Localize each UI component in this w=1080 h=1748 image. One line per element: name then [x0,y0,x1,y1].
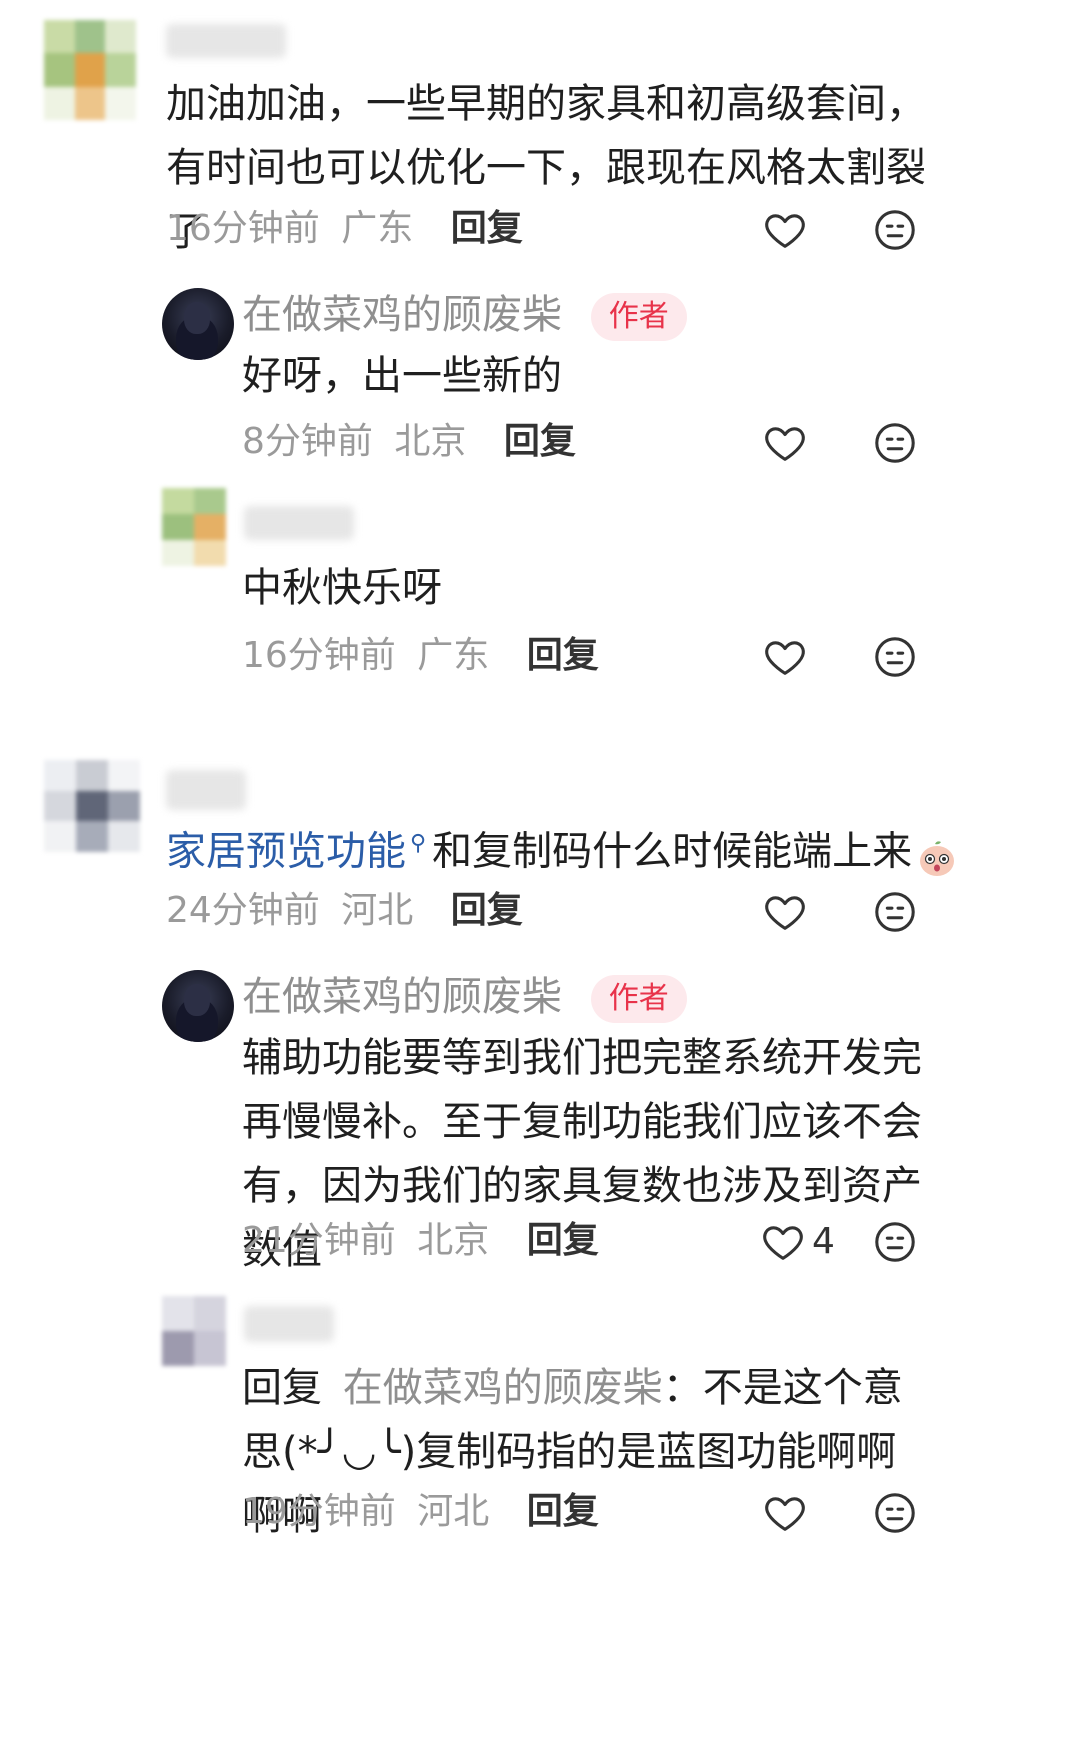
reply-author-name[interactable]: 在做菜鸡的顾废柴 [242,292,562,338]
dislike-button[interactable] [872,1490,918,1536]
comment-location: 河北 [341,890,414,931]
reply-prefix: 回复 [242,1365,322,1411]
avatar[interactable] [162,1296,226,1366]
reply-meta: 16分钟前 广东 回复 [242,634,599,678]
comment-body: 和复制码什么时候能端上来 [432,828,913,875]
meh-face-icon [872,207,918,253]
heart-outline-icon [760,1219,806,1265]
reply-author-name[interactable]: 在做菜鸡的顾废柴 [242,974,562,1020]
reply-button[interactable]: 回复 [504,421,576,462]
search-icon[interactable]: ⚲ [410,831,426,856]
heart-outline-icon [762,1490,808,1536]
reply-button[interactable]: 回复 [527,1491,599,1532]
meh-face-icon [872,1219,918,1265]
dislike-button[interactable] [872,889,918,935]
heart-outline-icon [762,207,808,253]
avatar[interactable] [162,488,226,566]
reply-text: 好呀，出一些新的 [242,353,562,399]
like-button[interactable] [762,420,808,466]
username-blurred[interactable] [166,770,246,810]
like-count: 4 [812,1221,835,1262]
comment-text: 家居预览功能 ⚲ 和复制码什么时候能端上来 [166,812,955,883]
reply-meta: 21分钟前 北京 回复 [242,1219,599,1263]
reply-location: 北京 [417,1220,490,1261]
reply-location: 广东 [417,635,490,676]
username-blurred[interactable] [244,1306,334,1342]
reply-author-row: 在做菜鸡的顾废柴 作者 [242,972,687,1023]
comment-time: 24分钟前 [166,890,320,931]
author-avatar[interactable] [162,970,234,1042]
reply-button[interactable]: 回复 [451,890,523,931]
comment-location: 广东 [341,208,414,249]
like-button[interactable] [760,1219,806,1265]
heart-outline-icon [762,889,808,935]
reply-author-row: 在做菜鸡的顾废柴 作者 [242,290,687,341]
reply-text: 中秋快乐呀 [242,565,442,611]
avatar[interactable] [44,20,136,120]
search-link[interactable]: 家居预览功能 [166,828,406,874]
dislike-button[interactable] [872,420,918,466]
like-button[interactable] [762,889,808,935]
reply-time: 19分钟前 [242,1491,396,1532]
like-button[interactable] [762,634,808,680]
author-badge: 作者 [590,293,687,341]
username-blurred[interactable] [166,24,286,58]
username-blurred[interactable] [244,506,354,540]
heart-outline-icon [762,634,808,680]
reply-location: 河北 [417,1491,490,1532]
dislike-button[interactable] [872,634,918,680]
reply-meta: 8分钟前 北京 回复 [242,420,576,464]
comment-meta: 24分钟前 河北 回复 [166,889,523,933]
dislike-button[interactable] [872,207,918,253]
author-badge: 作者 [590,975,687,1023]
reply-button[interactable]: 回复 [527,1220,599,1261]
author-avatar[interactable] [162,288,234,360]
comment-time: 16分钟前 [166,208,320,249]
reply-time: 8分钟前 [242,421,373,462]
meh-face-icon [872,634,918,680]
meh-face-icon [872,1490,918,1536]
reply-to-user[interactable]: 在做菜鸡的顾废柴 [343,1365,663,1411]
meh-face-icon [872,889,918,935]
reply-button[interactable]: 回复 [451,208,523,249]
reply-button[interactable]: 回复 [527,635,599,676]
like-button[interactable] [762,207,808,253]
dislike-button[interactable] [872,1219,918,1265]
heart-outline-icon [762,420,808,466]
reply-meta: 19分钟前 河北 回复 [242,1490,599,1534]
reply-time: 16分钟前 [242,635,396,676]
comment-meta: 16分钟前 广东 回复 [166,207,523,251]
meh-face-icon [872,420,918,466]
like-button[interactable] [762,1490,808,1536]
reply-time: 21分钟前 [242,1220,396,1261]
avatar[interactable] [44,760,140,852]
cute-face-emoji-icon [916,833,958,877]
reply-location: 北京 [394,421,467,462]
